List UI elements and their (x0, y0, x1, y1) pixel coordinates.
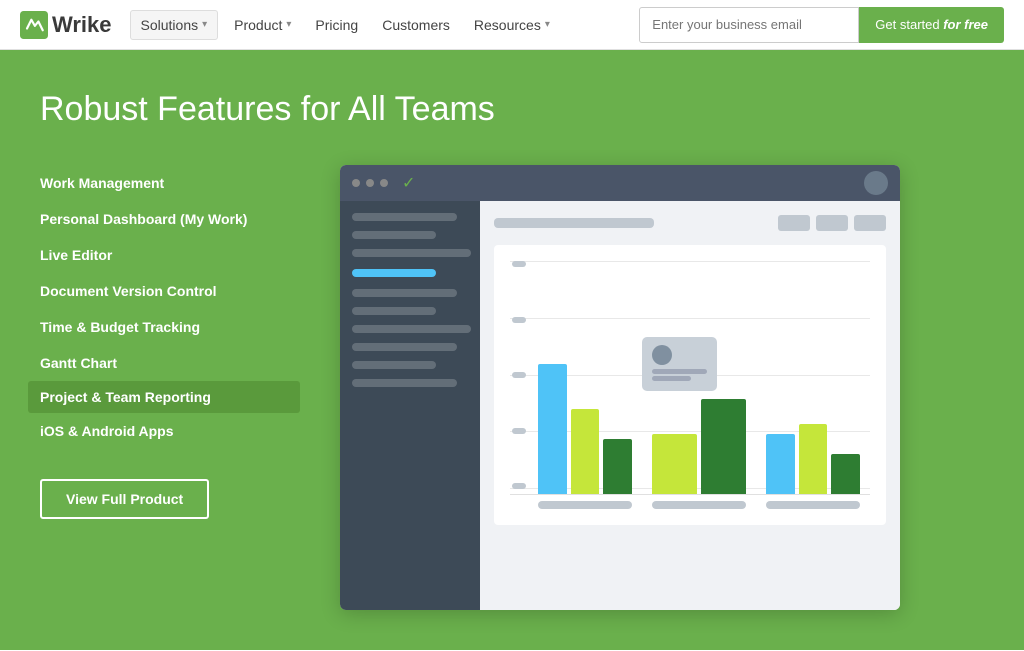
y-tick-1 (512, 261, 526, 267)
screenshot-header-btn-1 (778, 215, 810, 231)
sidebar-active-item (352, 269, 436, 277)
chart-bars-container (510, 275, 870, 495)
screenshot-title-placeholder (494, 218, 654, 228)
feature-item-personal-dashboard[interactable]: Personal Dashboard (My Work) (40, 201, 300, 237)
nav-pricing[interactable]: Pricing (303, 0, 370, 50)
screenshot-header-btn-group (778, 215, 886, 231)
bar-3-3 (831, 454, 860, 494)
titlebar-dot-1 (352, 179, 360, 187)
email-input[interactable] (639, 7, 859, 43)
tooltip-line-2 (652, 376, 691, 381)
bar-1-2 (571, 409, 600, 494)
bar-1-3 (603, 439, 632, 494)
feature-item-project-team-reporting[interactable]: Project & Team Reporting (28, 381, 300, 413)
feature-item-time-budget-tracking[interactable]: Time & Budget Tracking (40, 309, 300, 345)
nav-resources[interactable]: Resources ▾ (462, 0, 562, 50)
feature-item-live-editor[interactable]: Live Editor (40, 237, 300, 273)
bar-1-1 (538, 364, 567, 494)
sidebar-line-1 (352, 213, 457, 221)
x-label-group-3 (766, 501, 860, 509)
chart-area (494, 245, 886, 525)
tooltip-avatar-icon (652, 345, 672, 365)
sidebar-line-3 (352, 249, 471, 257)
resources-caret-icon: ▾ (545, 19, 550, 30)
screenshot-header-btn-3 (854, 215, 886, 231)
nav-customers[interactable]: Customers (370, 0, 462, 50)
navbar: Wrike Solutions ▾ Product ▾ Pricing Cust… (0, 0, 1024, 50)
chart-bar-group-1 (538, 364, 632, 494)
titlebar-check-icon: ✓ (402, 173, 415, 193)
logo[interactable]: Wrike (20, 11, 112, 39)
bar-3-1 (766, 434, 795, 494)
hero-title: Robust Features for All Teams (40, 90, 984, 129)
x-label-group-2 (652, 501, 746, 509)
nav-solutions[interactable]: Solutions ▾ (130, 10, 219, 40)
sidebar-line-9 (352, 379, 457, 387)
screenshot-main (480, 201, 900, 610)
chart-x-labels (510, 495, 870, 509)
screenshot-sidebar (340, 201, 480, 610)
screenshot-titlebar: ✓ (340, 165, 900, 201)
sidebar-line-8 (352, 361, 436, 369)
chart-grid (510, 261, 870, 509)
screenshot-header-btn-2 (816, 215, 848, 231)
x-label-2 (652, 501, 746, 509)
x-label-1 (538, 501, 632, 509)
sidebar-line-7 (352, 343, 457, 351)
chart-tooltip (642, 337, 717, 391)
chart-bar-group-3 (766, 424, 860, 494)
sidebar-line-6 (352, 325, 471, 333)
hero-content: Work Management Personal Dashboard (My W… (40, 165, 984, 610)
view-full-product-button[interactable]: View Full Product (40, 479, 209, 519)
bar-3-2 (799, 424, 828, 494)
logo-text: Wrike (52, 12, 112, 38)
bar-2-1 (652, 434, 697, 494)
feature-item-document-version-control[interactable]: Document Version Control (40, 273, 300, 309)
feature-item-ios-android-apps[interactable]: iOS & Android Apps (40, 413, 300, 449)
nav-product[interactable]: Product ▾ (222, 0, 303, 50)
titlebar-dot-3 (380, 179, 388, 187)
feature-list: Work Management Personal Dashboard (My W… (40, 165, 300, 610)
x-label-3 (766, 501, 860, 509)
chart-bar-group-2 (652, 399, 746, 494)
get-started-button[interactable]: Get started for free (859, 7, 1004, 43)
x-label-group-1 (538, 501, 632, 509)
tooltip-line-1 (652, 369, 707, 374)
bar-2-2 (701, 399, 746, 494)
screenshot-body (340, 201, 900, 610)
hero-section: Robust Features for All Teams Work Manag… (0, 50, 1024, 650)
feature-item-gantt-chart[interactable]: Gantt Chart (40, 345, 300, 381)
feature-item-work-management[interactable]: Work Management (40, 165, 300, 201)
solutions-caret-icon: ▾ (202, 19, 207, 30)
wrike-logo-icon (20, 11, 48, 39)
titlebar-avatar (864, 171, 888, 195)
chart-y-line-1 (510, 261, 870, 262)
screenshot-header-bar (494, 215, 886, 231)
sidebar-line-2 (352, 231, 436, 239)
titlebar-dot-2 (366, 179, 374, 187)
sidebar-line-5 (352, 307, 436, 315)
product-caret-icon: ▾ (286, 19, 291, 30)
product-screenshot: ✓ (340, 165, 900, 610)
sidebar-line-4 (352, 289, 457, 297)
